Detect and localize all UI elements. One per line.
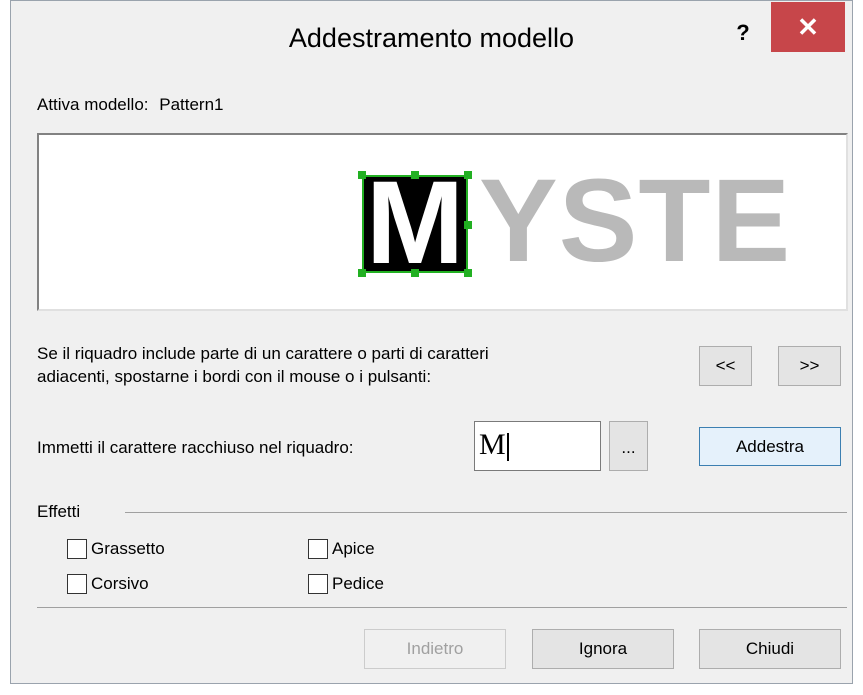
train-button[interactable]: Addestra: [699, 427, 841, 466]
resize-handle-top-left[interactable]: [358, 171, 366, 179]
subscript-label: Pedice: [332, 574, 384, 593]
active-pattern-label: Attiva modello: Pattern1: [37, 95, 224, 115]
previous-char-button[interactable]: <<: [699, 346, 752, 386]
effect-superscript[interactable]: Apice: [308, 537, 375, 561]
resize-handle-bottom-left[interactable]: [358, 269, 366, 277]
back-button[interactable]: Indietro: [364, 629, 506, 669]
instruction-line-2: adiacenti, spostarne i bordi con il mous…: [37, 367, 432, 386]
resize-handle-right[interactable]: [464, 221, 472, 229]
text-caret: [506, 433, 509, 462]
help-button[interactable]: ?: [723, 15, 763, 51]
superscript-label: Apice: [332, 539, 375, 558]
effect-italic[interactable]: Corsivo: [67, 572, 149, 596]
character-input[interactable]: M: [474, 421, 601, 471]
bold-label: Grassetto: [91, 539, 165, 558]
selection-box[interactable]: M: [362, 175, 468, 273]
superscript-checkbox[interactable]: [308, 539, 328, 559]
title-bar: Addestramento modello ? ✕: [11, 1, 852, 85]
footer-divider: [37, 607, 847, 608]
subscript-checkbox[interactable]: [308, 574, 328, 594]
char-entry-label: Immetti il carattere racchiuso nel riqua…: [37, 438, 354, 457]
resize-handle-bottom[interactable]: [411, 269, 419, 277]
effect-bold[interactable]: Grassetto: [67, 537, 165, 561]
italic-label: Corsivo: [91, 574, 149, 593]
effects-divider: [125, 512, 847, 513]
character-preview: YSTE M: [37, 133, 848, 311]
italic-checkbox[interactable]: [67, 574, 87, 594]
resize-handle-top[interactable]: [411, 171, 419, 179]
close-icon[interactable]: ✕: [771, 2, 845, 52]
active-pattern-value: Pattern1: [159, 95, 224, 114]
selected-character: M: [365, 175, 465, 273]
training-dialog: Addestramento modello ? ✕ Attiva modello…: [10, 0, 853, 684]
bold-checkbox[interactable]: [67, 539, 87, 559]
character-input-value: M: [479, 428, 506, 461]
effects-heading: Effetti: [37, 502, 81, 521]
effect-subscript[interactable]: Pedice: [308, 572, 384, 596]
instruction-line-1: Se il riquadro include parte di un carat…: [37, 344, 489, 363]
close-button[interactable]: Chiudi: [699, 629, 841, 669]
resize-handle-bottom-right[interactable]: [464, 269, 472, 277]
resize-handle-top-right[interactable]: [464, 171, 472, 179]
ignore-button[interactable]: Ignora: [532, 629, 674, 669]
active-pattern-caption: Attiva modello:: [37, 95, 149, 114]
preview-remaining-text: YSTE: [479, 155, 792, 287]
next-char-button[interactable]: >>: [778, 346, 841, 386]
browse-button[interactable]: ...: [609, 421, 648, 471]
